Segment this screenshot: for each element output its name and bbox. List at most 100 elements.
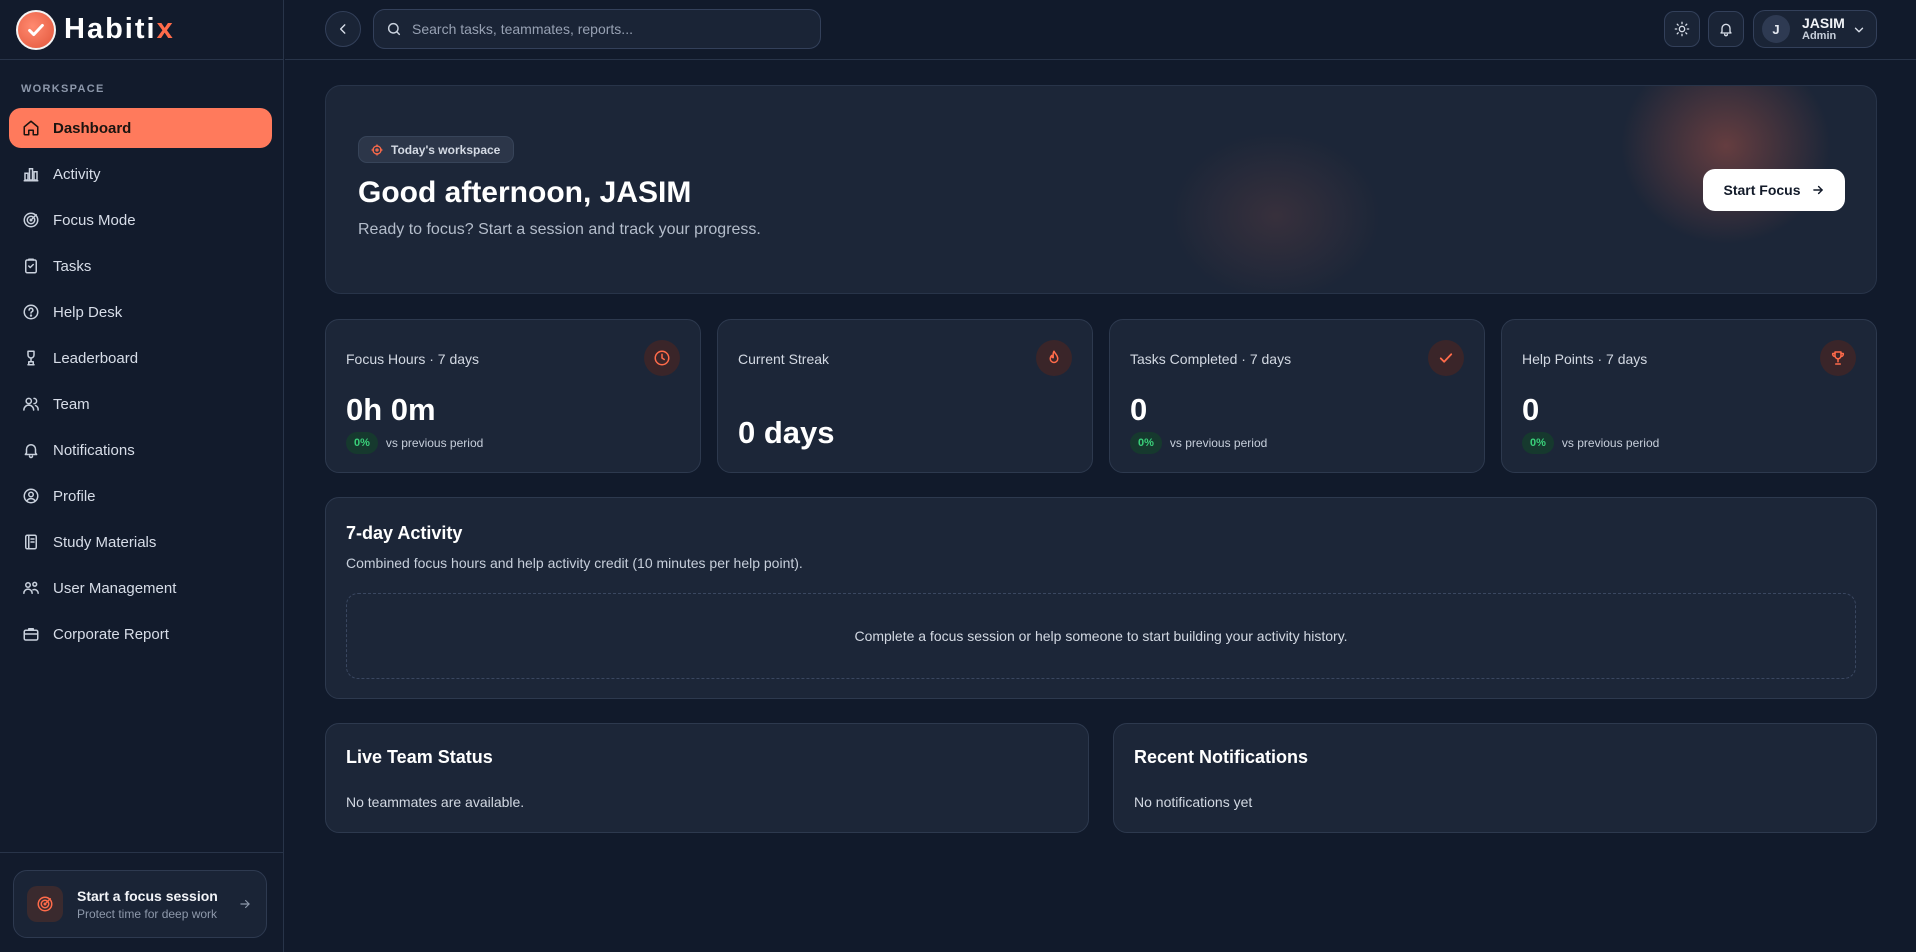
stat-card-current-streak: Current Streak 0 days	[717, 319, 1093, 473]
theme-toggle-button[interactable]	[1664, 11, 1700, 47]
stat-card-help-points: Help Points · 7 days 0 0% vs previous pe…	[1501, 319, 1877, 473]
trophy-icon	[1820, 340, 1856, 376]
sidebar-section-label: WORKSPACE	[21, 83, 105, 95]
focus-card-text: Start a focus session Protect time for d…	[77, 888, 218, 921]
sidebar-item-label: Tasks	[53, 257, 92, 275]
sun-icon	[1674, 21, 1690, 37]
comparison-label: vs previous period	[385, 436, 484, 450]
sidebar-item-corporate-report[interactable]: Corporate Report	[9, 614, 272, 654]
help-circle-icon	[21, 302, 41, 322]
panel-empty-state: No notifications yet	[1134, 794, 1253, 810]
activity-title: 7-day Activity	[346, 523, 463, 543]
sidebar-item-label: Profile	[53, 487, 96, 505]
topbar: J JASIM Admin	[285, 0, 1916, 60]
collapse-sidebar-button[interactable]	[325, 11, 361, 47]
start-focus-label: Start Focus	[1723, 182, 1801, 198]
panel-title: Live Team Status	[346, 747, 493, 767]
focus-card-title: Start a focus session	[77, 887, 218, 904]
change-badge: 0%	[346, 432, 378, 454]
user-role: Admin	[1802, 29, 1837, 42]
comparison-label: vs previous period	[1561, 436, 1660, 450]
sidebar-item-user-management[interactable]: User Management	[9, 568, 272, 608]
target-icon	[21, 210, 41, 230]
stat-value: 0	[1522, 392, 1540, 427]
home-icon	[21, 118, 41, 138]
sidebar-item-leaderboard[interactable]: Leaderboard	[9, 338, 272, 378]
book-icon	[21, 532, 41, 552]
sidebar-item-label: Team	[53, 395, 90, 413]
bell-icon	[1718, 21, 1734, 37]
search-icon	[386, 21, 402, 37]
search-input[interactable]	[412, 21, 812, 37]
stat-label: Tasks Completed · 7 days	[1130, 351, 1292, 367]
workspace-tag: Today's workspace	[358, 136, 515, 163]
notifications-button[interactable]	[1708, 11, 1744, 47]
bell-icon	[21, 440, 41, 460]
sidebar-item-label: User Management	[53, 579, 177, 597]
change-badge: 0%	[1130, 432, 1162, 454]
arrow-right-icon	[1811, 183, 1825, 197]
clock-icon	[644, 340, 680, 376]
target-icon	[371, 143, 383, 156]
focus-card-subtitle: Protect time for deep work	[77, 906, 218, 921]
sidebar-item-label: Study Materials	[53, 533, 157, 551]
user-meta: JASIM Admin	[1802, 16, 1845, 42]
start-focus-button[interactable]: Start Focus	[1703, 169, 1845, 211]
page-title: Good afternoon, JASIM	[358, 176, 692, 209]
sidebar-item-label: Leaderboard	[53, 349, 139, 367]
sidebar-item-label: Corporate Report	[53, 625, 169, 643]
sidebar-item-focus-mode[interactable]: Focus Mode	[9, 200, 272, 240]
clipboard-icon	[21, 256, 41, 276]
stat-value: 0h 0m	[346, 392, 436, 427]
workspace-tag-label: Today's workspace	[391, 142, 501, 157]
award-icon	[21, 348, 41, 368]
stat-card-tasks-completed: Tasks Completed · 7 days 0 0% vs previou…	[1109, 319, 1485, 473]
activity-panel: 7-day Activity Combined focus hours and …	[325, 497, 1877, 699]
sidebar-item-activity[interactable]: Activity	[9, 154, 272, 194]
activity-empty-state: Complete a focus session or help someone…	[346, 593, 1856, 679]
brand-name: Habitix	[64, 13, 175, 45]
sidebar-item-notifications[interactable]: Notifications	[9, 430, 272, 470]
avatar: J	[1762, 15, 1790, 43]
sidebar-item-tasks[interactable]: Tasks	[9, 246, 272, 286]
change-badge: 0%	[1522, 432, 1554, 454]
start-focus-session-card[interactable]: Start a focus session Protect time for d…	[13, 870, 267, 938]
stat-footer: 0% vs previous period	[1522, 432, 1659, 454]
stat-label: Current Streak	[738, 351, 830, 367]
sidebar-item-help-desk[interactable]: Help Desk	[9, 292, 272, 332]
stat-footer: 0% vs previous period	[346, 432, 483, 454]
brand[interactable]: Habitix	[0, 0, 283, 60]
sidebar-item-label: Dashboard	[53, 119, 132, 137]
stat-label: Help Points · 7 days	[1522, 351, 1648, 367]
briefcase-icon	[21, 624, 41, 644]
sidebar-item-label: Activity	[53, 165, 101, 183]
sidebar-item-label: Help Desk	[53, 303, 123, 321]
logo-icon	[16, 9, 56, 50]
user-circle-icon	[21, 486, 41, 506]
sidebar-item-profile[interactable]: Profile	[9, 476, 272, 516]
hero-subtitle: Ready to focus? Start a session and trac…	[358, 221, 761, 238]
sidebar-item-study-materials[interactable]: Study Materials	[9, 522, 272, 562]
sidebar-item-team[interactable]: Team	[9, 384, 272, 424]
users-icon	[21, 394, 41, 414]
user-name: JASIM	[1802, 14, 1845, 31]
arrow-right-icon	[238, 897, 252, 911]
live-team-status-panel: Live Team Status No teammates are availa…	[325, 723, 1089, 833]
comparison-label: vs previous period	[1169, 436, 1268, 450]
sidebar-item-label: Notifications	[53, 441, 135, 459]
bar-chart-icon	[21, 164, 41, 184]
panel-title: Recent Notifications	[1134, 747, 1309, 767]
search-bar[interactable]	[373, 9, 821, 49]
sidebar-nav: Dashboard Activity Focus Mode Tasks Help…	[9, 108, 272, 660]
stat-value: 0	[1130, 392, 1148, 427]
check-icon	[1428, 340, 1464, 376]
sidebar-item-dashboard[interactable]: Dashboard	[9, 108, 272, 148]
user-menu[interactable]: J JASIM Admin	[1753, 10, 1877, 48]
user-cog-icon	[21, 578, 41, 598]
stat-value: 0 days	[738, 415, 835, 450]
panel-empty-state: No teammates are available.	[346, 794, 525, 810]
sidebar-item-label: Focus Mode	[53, 211, 136, 229]
sidebar: Habitix WORKSPACE Dashboard Activity Foc…	[0, 0, 284, 952]
stat-footer: 0% vs previous period	[1130, 432, 1267, 454]
welcome-hero: Today's workspace Good afternoon, JASIM …	[325, 85, 1877, 294]
